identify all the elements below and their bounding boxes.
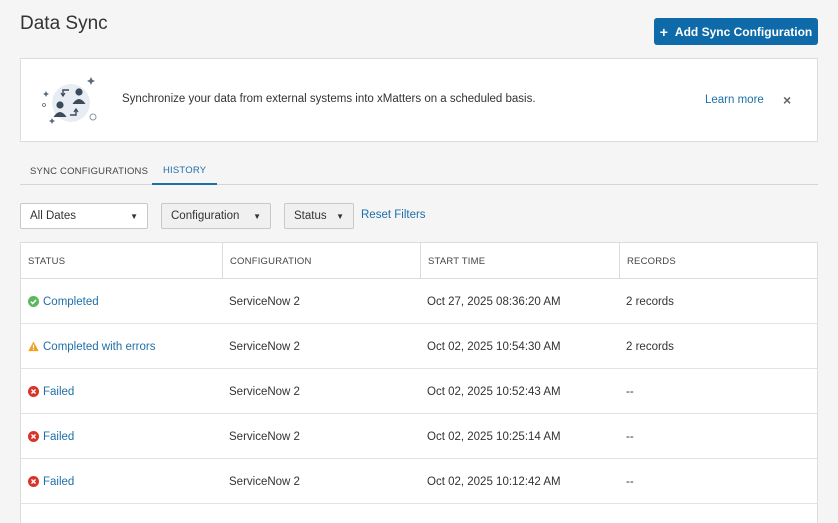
records-cell: -- — [626, 475, 634, 488]
tab-bar: SYNC CONFIGURATIONS HISTORY — [20, 158, 818, 185]
column-header-configuration[interactable]: CONFIGURATION — [222, 243, 420, 279]
status-filter-dropdown[interactable]: Status ▼ — [284, 203, 354, 229]
add-sync-configuration-button[interactable]: + Add Sync Configuration — [654, 18, 818, 45]
error-circle-icon — [28, 386, 39, 397]
status-link[interactable]: Failed — [28, 386, 74, 398]
status-cell: Completed — [21, 279, 222, 324]
configuration-cell: ServiceNow 2 — [229, 385, 300, 398]
status-cell: Completed with errors — [21, 324, 222, 369]
records-cell: -- — [626, 430, 634, 443]
table-row: Failed ServiceNow 2 Oct 02, 2025 10:25:1… — [21, 414, 817, 459]
configuration-cell: ServiceNow 2 — [229, 340, 300, 353]
records-cell: -- — [626, 385, 634, 398]
status-link[interactable]: Failed — [28, 431, 74, 443]
close-icon[interactable]: × — [783, 92, 791, 108]
status-text: Failed — [43, 385, 75, 398]
error-circle-icon — [28, 431, 39, 442]
column-header-records[interactable]: RECORDS — [619, 243, 817, 279]
reset-filters-link[interactable]: Reset Filters — [361, 209, 426, 221]
configuration-cell: ServiceNow 2 — [229, 295, 300, 308]
status-filter-value: Status — [294, 210, 327, 222]
caret-down-icon: ▼ — [130, 211, 138, 221]
status-cell: Failed — [21, 459, 222, 504]
start-time-cell: Oct 02, 2025 10:12:42 AM — [427, 475, 561, 488]
column-header-status[interactable]: STATUS — [21, 243, 222, 279]
status-cell: Failed — [21, 369, 222, 414]
add-sync-configuration-label: Add Sync Configuration — [674, 24, 813, 39]
status-link[interactable]: Completed with errors — [28, 341, 155, 353]
records-cell: 2 records — [626, 295, 674, 308]
sync-users-illustration-icon — [42, 77, 97, 124]
records-cell: 2 records — [626, 340, 674, 353]
configuration-cell: ServiceNow 2 — [229, 430, 300, 443]
status-link[interactable]: Failed — [28, 476, 74, 488]
status-text: Completed with errors — [43, 340, 156, 353]
status-link[interactable]: Completed — [28, 296, 99, 308]
configuration-cell: ServiceNow 2 — [229, 475, 300, 488]
dates-filter-dropdown[interactable]: All Dates ▼ — [20, 203, 148, 229]
info-banner: Synchronize your data from external syst… — [20, 58, 818, 142]
caret-down-icon: ▼ — [336, 211, 344, 221]
banner-text: Synchronize your data from external syst… — [122, 93, 536, 105]
tab-sync-configurations[interactable]: SYNC CONFIGURATIONS — [30, 158, 148, 185]
plus-icon: + — [659, 23, 668, 40]
error-circle-icon — [28, 476, 39, 487]
table-row: Completed ServiceNow 2 Oct 27, 2025 08:3… — [21, 279, 817, 324]
start-time-cell: Oct 02, 2025 10:54:30 AM — [427, 340, 561, 353]
status-text: Failed — [43, 475, 75, 488]
configuration-filter-dropdown[interactable]: Configuration ▼ — [161, 203, 271, 229]
start-time-cell: Oct 02, 2025 10:52:43 AM — [427, 385, 561, 398]
column-header-start-time[interactable]: START TIME — [420, 243, 619, 279]
table-row — [21, 504, 817, 523]
table-header: STATUS CONFIGURATION START TIME RECORDS — [21, 243, 817, 279]
page-title: Data Sync — [20, 13, 108, 34]
tab-history[interactable]: HISTORY — [152, 158, 218, 185]
warning-triangle-icon — [28, 341, 39, 352]
start-time-cell: Oct 27, 2025 08:36:20 AM — [427, 295, 561, 308]
status-text: Completed — [43, 295, 99, 308]
learn-more-link[interactable]: Learn more — [705, 94, 764, 106]
table-row: Failed ServiceNow 2 Oct 02, 2025 10:12:4… — [21, 459, 817, 504]
caret-down-icon: ▼ — [253, 211, 261, 221]
table-row: Completed with errors ServiceNow 2 Oct 0… — [21, 324, 817, 369]
status-cell: Failed — [21, 414, 222, 459]
check-circle-icon — [28, 296, 39, 307]
configuration-filter-value: Configuration — [171, 210, 240, 222]
dates-filter-value: All Dates — [30, 210, 77, 222]
history-table: STATUS CONFIGURATION START TIME RECORDS … — [20, 242, 818, 523]
status-text: Failed — [43, 430, 75, 443]
start-time-cell: Oct 02, 2025 10:25:14 AM — [427, 430, 561, 443]
table-row: Failed ServiceNow 2 Oct 02, 2025 10:52:4… — [21, 369, 817, 414]
